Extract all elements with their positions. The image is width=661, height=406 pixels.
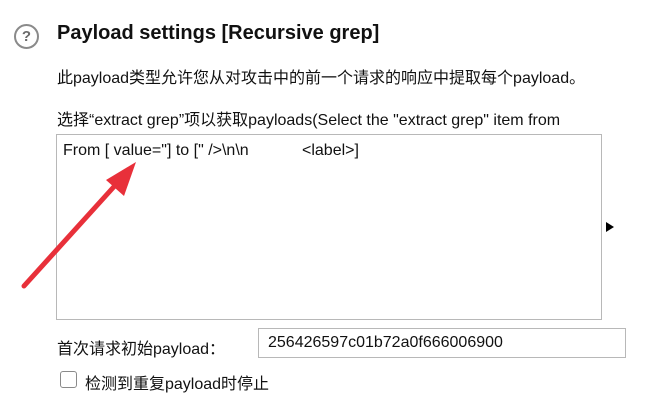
extract-grep-instruction: 选择“extract grep”项以获取payloads(Select the … bbox=[57, 112, 561, 129]
expand-arrow-icon[interactable] bbox=[606, 222, 614, 232]
stop-if-duplicate-checkbox[interactable] bbox=[60, 371, 77, 388]
initial-payload-label: 首次请求初始payload： bbox=[57, 341, 226, 358]
section-title: Payload settings [Recursive grep] bbox=[57, 22, 380, 44]
stop-if-duplicate-label[interactable]: 检测到重复payload时停止 bbox=[85, 370, 269, 394]
section-description: 此payload类型允许您从对攻击中的前一个请求的响应中提取每个payload。 bbox=[57, 70, 586, 87]
help-icon[interactable]: ? bbox=[14, 24, 39, 49]
initial-payload-input[interactable]: 256426597c01b72a0f666006900 bbox=[258, 328, 626, 358]
payload-settings-panel: ? Payload settings [Recursive grep] 此pay… bbox=[0, 0, 661, 406]
extract-grep-list[interactable]: From [ value="] to [" />\n\n <label>] bbox=[56, 134, 602, 320]
extract-grep-item[interactable]: From [ value="] to [" />\n\n <label>] bbox=[63, 142, 359, 160]
